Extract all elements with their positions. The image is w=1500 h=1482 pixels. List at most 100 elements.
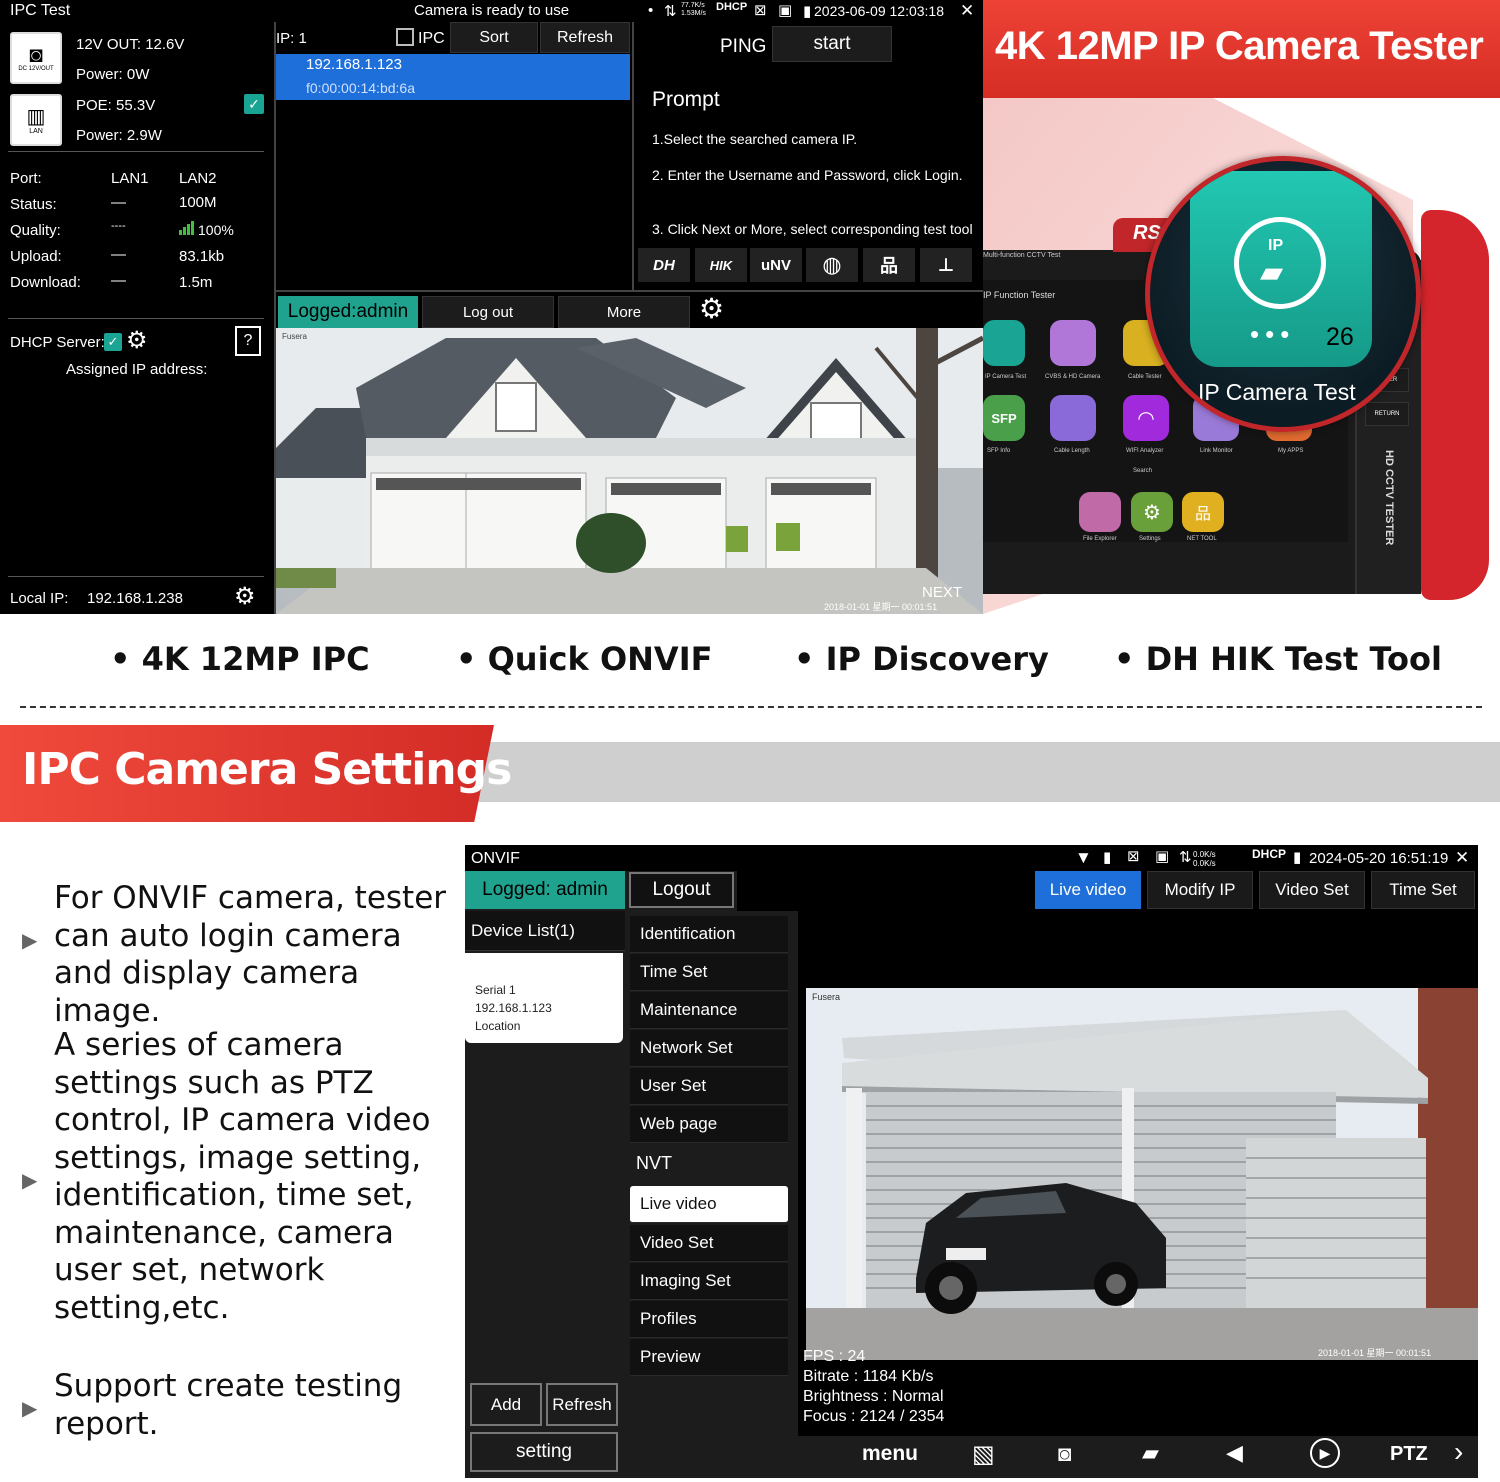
ip-glyph: IP bbox=[1268, 237, 1284, 254]
snapshot-image-icon[interactable]: ▧ bbox=[972, 1440, 995, 1469]
menu-web-page[interactable]: Web page bbox=[630, 1106, 788, 1143]
prompt-step-3: 3. Click Next or More, select correspond… bbox=[652, 221, 973, 237]
dhcp-server-label: DHCP Server: bbox=[10, 334, 105, 351]
local-ip-label: Local IP: bbox=[10, 590, 69, 607]
cable-tool-icon[interactable]: ⊥ bbox=[920, 248, 972, 282]
close-icon[interactable]: ✕ bbox=[960, 1, 974, 21]
ipc-checkbox[interactable] bbox=[396, 28, 414, 46]
dhcp-badge: DHCP bbox=[1252, 847, 1287, 861]
video-timestamp: 2018-01-01 星期一 00:01:51 bbox=[1318, 1348, 1432, 1358]
sort-button[interactable]: Sort bbox=[450, 22, 538, 53]
poe-checkbox[interactable]: ✓ bbox=[244, 94, 264, 114]
help-icon[interactable]: ? bbox=[235, 326, 261, 356]
app-tile-sfp: SFP bbox=[983, 395, 1025, 441]
house-scene-image bbox=[276, 328, 983, 614]
ip-count: IP: 1 bbox=[276, 30, 307, 47]
section-title: IPC Camera Settings bbox=[22, 744, 512, 795]
left-panel: ◙ DC 12V/OUT 12V OUT: 12.6V Power: 0W ▥ … bbox=[0, 22, 274, 614]
dc-out-voltage: 12V OUT: 12.6V bbox=[76, 36, 185, 53]
feature-text-3: Support create testing report. bbox=[54, 1368, 403, 1442]
hik-tool-button[interactable]: HIK bbox=[695, 248, 747, 282]
port-lan1: LAN1 bbox=[111, 170, 149, 187]
ptz-button[interactable]: PTZ bbox=[1390, 1443, 1428, 1466]
dc-power: Power: 0W bbox=[76, 66, 150, 83]
menu-preview[interactable]: Preview bbox=[630, 1339, 788, 1376]
record-video-icon[interactable]: ▰ bbox=[1142, 1440, 1159, 1466]
chevron-right-icon[interactable]: › bbox=[1454, 1436, 1463, 1468]
menu-video-set[interactable]: Video Set bbox=[630, 1225, 788, 1262]
ping-panel: PING start Prompt 1.Select the searched … bbox=[632, 22, 983, 290]
video-brand-mark: Fusera bbox=[282, 332, 307, 341]
upload-lan1: — bbox=[111, 246, 126, 263]
video-timestamp: 2018-01-01 星期一 00:01:51 bbox=[824, 602, 938, 612]
poe-voltage: POE: 55.3V bbox=[76, 97, 156, 114]
menu-identification[interactable]: Identification bbox=[630, 916, 788, 953]
device-location: Location bbox=[475, 1019, 521, 1033]
menu-time-set[interactable]: Time Set bbox=[630, 954, 788, 991]
ip-list-item-selected[interactable]: 192.168.1.123 f0:00:00:14:bd:6a bbox=[276, 54, 630, 100]
app-badge-count: 26 bbox=[1326, 323, 1354, 351]
menu-imaging-set[interactable]: Imaging Set bbox=[630, 1263, 788, 1300]
play-icon[interactable]: ▶ bbox=[1310, 1438, 1340, 1468]
camera-icon[interactable]: ◙ bbox=[1058, 1441, 1071, 1467]
device-list-item[interactable]: Serial 1 192.168.1.123 Location bbox=[465, 953, 623, 1043]
menu-button[interactable]: menu bbox=[862, 1442, 918, 1466]
globe-icon[interactable]: ◍ bbox=[806, 248, 858, 282]
tab-time-set[interactable]: Time Set bbox=[1371, 871, 1475, 909]
device-strip-label: Multi-function CCTV Test bbox=[983, 252, 1061, 259]
ip-list-panel: IP: 1 IPC Sort Refresh 192.168.1.123 f0:… bbox=[276, 22, 630, 290]
logout-button[interactable]: Logout bbox=[629, 872, 734, 908]
logout-button[interactable]: Log out bbox=[422, 296, 554, 328]
camera-video-feed[interactable]: Fusera NEXT 2018-01-01 星期一 00:01:51 bbox=[276, 328, 983, 614]
sd-card-icon: ▮ bbox=[1103, 849, 1112, 866]
tab-modify-ip[interactable]: Modify IP bbox=[1147, 871, 1253, 909]
app-tile-wifi: ◠ bbox=[1123, 395, 1169, 441]
dc-power-icon: ◙ DC 12V/OUT bbox=[10, 32, 62, 84]
app-label: Cable Tester bbox=[1128, 374, 1162, 380]
close-icon[interactable]: ✕ bbox=[1455, 848, 1469, 868]
divider bbox=[8, 318, 264, 319]
feature-2: Quick ONVIF bbox=[456, 640, 713, 678]
live-video-feed[interactable]: Fusera 2018-01-01 星期一 00:01:51 bbox=[806, 988, 1478, 1360]
video-brand-mark: Fusera bbox=[812, 992, 841, 1002]
divider bbox=[8, 151, 264, 152]
status-lan2: 100M bbox=[179, 194, 217, 211]
tab-live-video[interactable]: Live video bbox=[1035, 871, 1141, 909]
menu-network-set[interactable]: Network Set bbox=[630, 1030, 788, 1067]
setting-button[interactable]: setting bbox=[470, 1432, 618, 1472]
unv-tool-button[interactable]: uNV bbox=[750, 248, 802, 282]
status-bar: IPC Test Camera is ready to use • ⇅ 77.7… bbox=[0, 0, 983, 22]
login-bar: Logged:admin Log out More ⚙ bbox=[276, 290, 983, 328]
cctv-camera-icon: ▰ bbox=[1260, 256, 1284, 289]
menu-user-set[interactable]: User Set bbox=[630, 1068, 788, 1105]
menu-maintenance[interactable]: Maintenance bbox=[630, 992, 788, 1029]
ipc-label: IPC bbox=[418, 30, 445, 47]
refresh-devices-button[interactable]: Refresh bbox=[546, 1383, 618, 1426]
dashed-divider bbox=[20, 706, 1482, 708]
bullet-arrow-icon: ▶ bbox=[22, 1170, 38, 1192]
logged-status: Logged: admin bbox=[465, 871, 625, 909]
network-topology-icon[interactable]: 品 bbox=[863, 248, 915, 282]
menu-live-video[interactable]: Live video bbox=[630, 1186, 788, 1223]
gear-icon[interactable]: ⚙ bbox=[126, 326, 148, 355]
local-ip-gear-icon[interactable]: ⚙ bbox=[234, 582, 256, 611]
settings-gear-icon[interactable]: ⚙ bbox=[699, 292, 724, 325]
tab-video-set[interactable]: Video Set bbox=[1259, 871, 1365, 909]
next-button[interactable]: NEXT bbox=[922, 584, 962, 601]
return-button: RETURN bbox=[1365, 402, 1409, 426]
dh-tool-button[interactable]: DH bbox=[638, 248, 690, 282]
mute-icon[interactable]: ◀ bbox=[1226, 1440, 1243, 1466]
app-tile-cable-length bbox=[1050, 395, 1096, 441]
download-label: Download: bbox=[10, 274, 81, 291]
ping-start-button[interactable]: start bbox=[772, 26, 892, 62]
refresh-button[interactable]: Refresh bbox=[540, 22, 630, 53]
download-lan2: 1.5m bbox=[179, 274, 213, 291]
more-button[interactable]: More bbox=[558, 296, 690, 328]
screen-icon: ⊠ bbox=[1127, 848, 1140, 865]
add-device-button[interactable]: Add bbox=[470, 1383, 542, 1426]
local-ip-value: 192.168.1.238 bbox=[87, 590, 183, 607]
top-device-screen: IPC Test Camera is ready to use • ⇅ 77.7… bbox=[0, 0, 983, 614]
menu-profiles[interactable]: Profiles bbox=[630, 1301, 788, 1338]
zoom-circle: IP ▰ ••• 26 IP Camera Test bbox=[1145, 156, 1421, 432]
dhcp-checkbox[interactable]: ✓ bbox=[104, 333, 122, 351]
